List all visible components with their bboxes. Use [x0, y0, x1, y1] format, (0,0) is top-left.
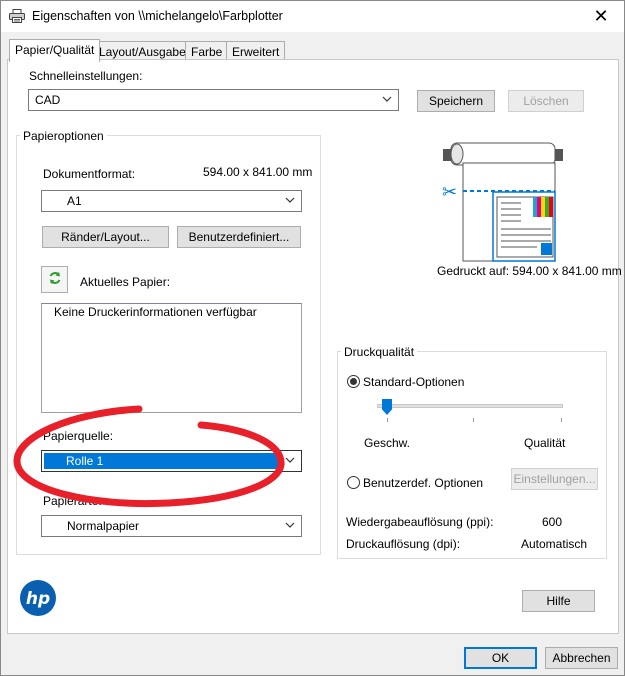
print-quality-label: Druckqualität	[341, 345, 418, 359]
close-icon[interactable]: ✕	[578, 1, 624, 32]
title-bar: Eigenschaften von \\michelangelo\Farbplo…	[1, 1, 624, 32]
margins-layout-button[interactable]: Ränder/Layout...	[42, 226, 169, 248]
print-res-label: Druckauflösung (dpi):	[346, 537, 461, 551]
print-res-value: Automatisch	[521, 537, 588, 551]
paper-type-value: Normalpapier	[67, 519, 140, 533]
quick-settings-label: Schnelleinstellungen:	[29, 69, 143, 83]
chevron-down-icon	[285, 522, 295, 528]
render-res-value: 600	[542, 515, 563, 529]
tab-paper-quality[interactable]: Papier/Qualität	[9, 39, 101, 62]
printer-info-box: Keine Druckerinformationen verfügbar	[41, 303, 302, 413]
standard-options-label: Standard-Optionen	[363, 375, 465, 389]
ok-button[interactable]: OK	[464, 647, 537, 669]
doc-format-size: 594.00 x 841.00 mm	[203, 165, 313, 179]
printed-on-label: Gedruckt auf: 594.00 x 841.00 mm	[437, 264, 622, 278]
slider-thumb[interactable]	[382, 399, 392, 415]
annotation-circle	[13, 405, 285, 508]
quick-settings-value: CAD	[35, 93, 61, 107]
printer-info-text: Keine Druckerinformationen verfügbar	[54, 305, 257, 319]
custom-size-button[interactable]: Benutzerdefiniert...	[177, 226, 301, 248]
doc-format-select[interactable]: A1	[41, 190, 302, 212]
doc-format-value: A1	[67, 194, 82, 208]
refresh-icon	[48, 271, 62, 288]
quality-slider[interactable]	[365, 397, 565, 427]
custom-options-radio[interactable]	[347, 476, 360, 489]
svg-text:hp: hp	[26, 589, 50, 609]
printer-icon	[9, 9, 25, 23]
save-button[interactable]: Speichern	[417, 90, 495, 112]
chevron-down-icon	[382, 96, 392, 102]
delete-button[interactable]: Löschen	[508, 90, 584, 112]
svg-text:✂: ✂	[442, 182, 457, 203]
speed-label: Geschw.	[364, 436, 411, 450]
refresh-paper-button[interactable]	[41, 266, 68, 293]
chevron-down-icon	[285, 197, 295, 203]
quality-label: Qualität	[524, 436, 566, 450]
quick-settings-select[interactable]: CAD	[28, 89, 399, 111]
custom-options-label: Benutzerdef. Optionen	[363, 476, 484, 490]
doc-format-label: Dokumentformat:	[43, 167, 136, 181]
roll-preview-icon: ✂	[439, 139, 569, 264]
help-button[interactable]: Hilfe	[522, 590, 595, 612]
properties-dialog: Eigenschaften von \\michelangelo\Farbplo…	[0, 0, 625, 676]
settings-button[interactable]: Einstellungen...	[511, 468, 598, 490]
window-title: Eigenschaften von \\michelangelo\Farbplo…	[32, 9, 283, 23]
render-res-label: Wiedergabeauflösung (ppi):	[346, 515, 494, 529]
current-paper-label: Aktuelles Papier:	[80, 275, 171, 289]
cancel-button[interactable]: Abbrechen	[545, 647, 618, 669]
hp-logo: hp	[19, 579, 57, 617]
paper-type-select[interactable]: Normalpapier	[41, 515, 302, 537]
paper-options-label: Papieroptionen	[20, 129, 107, 143]
standard-options-radio[interactable]	[347, 375, 360, 388]
